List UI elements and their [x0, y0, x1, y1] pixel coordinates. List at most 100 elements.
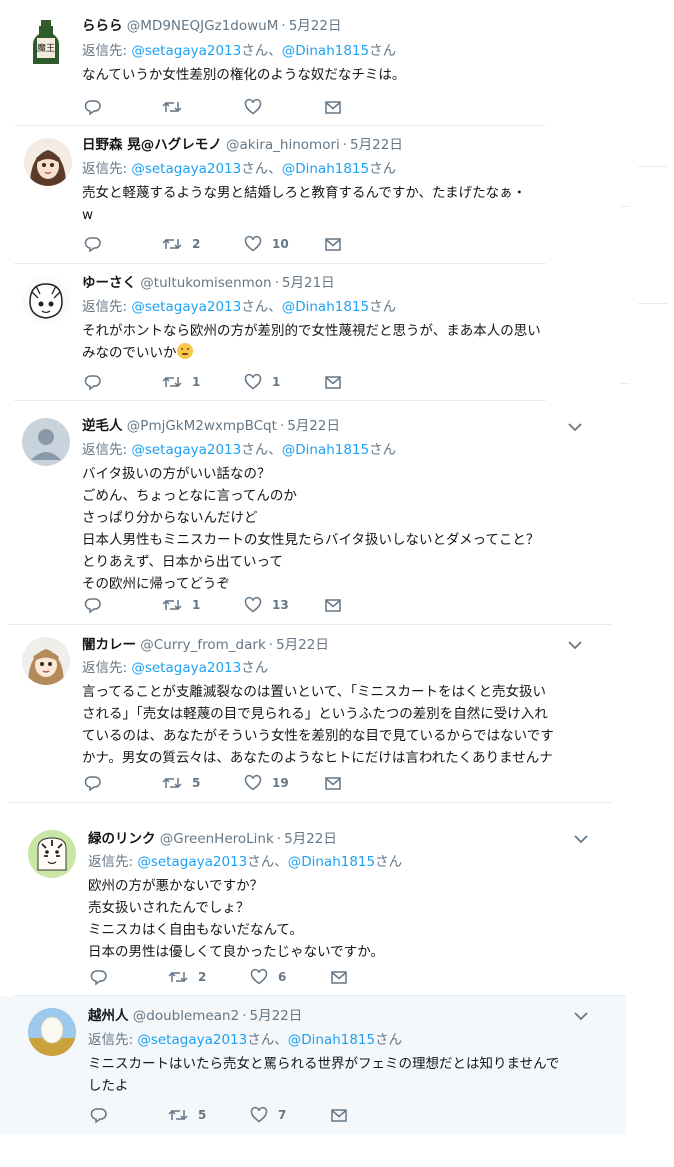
- display-name[interactable]: 闇カレー: [82, 637, 136, 653]
- retweet-button[interactable]: 5: [168, 1105, 206, 1125]
- tweet-date[interactable]: 5月22日: [276, 637, 329, 653]
- avatar[interactable]: [24, 138, 72, 186]
- mention-link[interactable]: @Dinah1815: [282, 299, 369, 315]
- display-name[interactable]: 逆毛人: [82, 418, 123, 434]
- mention-link[interactable]: @setagaya2013: [131, 660, 241, 676]
- retweet-icon: [162, 599, 182, 611]
- tweet-header: ららら @MD9NEQJGz1dowuM · 5月22日: [82, 17, 341, 35]
- mention-link[interactable]: @setagaya2013: [137, 854, 247, 870]
- reply-prefix: 返信先:: [88, 1032, 138, 1048]
- retweet-icon: [162, 376, 182, 388]
- avatar[interactable]: 魔王: [22, 18, 70, 66]
- tweet-divider: [14, 400, 546, 401]
- message-button[interactable]: [330, 1105, 348, 1125]
- tweet-line: その欧州に帰ってどうぞ: [82, 576, 230, 592]
- reply-joiner: さん、: [241, 442, 282, 458]
- message-button[interactable]: [324, 97, 342, 117]
- tweet-date[interactable]: 5月22日: [287, 418, 340, 434]
- reply-button[interactable]: [84, 372, 112, 392]
- display-name[interactable]: 緑のリンク: [88, 831, 156, 847]
- mention-link[interactable]: @Dinah1815: [282, 442, 369, 458]
- like-button[interactable]: 1: [244, 372, 280, 392]
- mention-link[interactable]: @setagaya2013: [131, 161, 241, 177]
- tweet-date[interactable]: 5月22日: [350, 137, 403, 153]
- tweet-date[interactable]: 5月22日: [249, 1008, 302, 1024]
- tweet-line-text: みなのでいいか: [82, 345, 177, 361]
- reply-button[interactable]: [90, 967, 118, 987]
- display-name[interactable]: ゆーさく: [82, 275, 136, 291]
- like-button[interactable]: 19: [244, 773, 289, 793]
- tweet-header: 闇カレー @Curry_from_dark · 5月22日: [82, 636, 329, 654]
- message-button[interactable]: [324, 372, 342, 392]
- action-bar: 11: [84, 372, 344, 392]
- user-handle[interactable]: @PmjGkM2wxmpBCqt: [127, 418, 277, 434]
- reply-context: 返信先: @setagaya2013さん、@Dinah1815さん: [88, 1031, 402, 1049]
- egg-field-avatar-icon: [28, 1008, 76, 1056]
- retweet-button[interactable]: 2: [168, 967, 206, 987]
- like-button[interactable]: 13: [244, 595, 289, 615]
- retweet-button[interactable]: 1: [162, 595, 200, 615]
- tweet-date[interactable]: 5月21日: [282, 275, 335, 291]
- mention-link[interactable]: @setagaya2013: [131, 299, 241, 315]
- anime-girl-avatar-icon: [28, 649, 64, 685]
- reply-button[interactable]: [90, 1105, 118, 1125]
- mention-link[interactable]: @Dinah1815: [282, 161, 369, 177]
- display-name[interactable]: 越州人: [88, 1008, 129, 1024]
- like-count: 6: [278, 970, 287, 984]
- chevron-down-icon[interactable]: [573, 1008, 589, 1024]
- tweet-line: ているのは、あなたがそういう女性を差別的な目で見ているからではないです: [82, 728, 554, 744]
- display-name[interactable]: 日野森 晃@ハグレモノ: [82, 137, 222, 153]
- avatar[interactable]: [22, 637, 70, 685]
- like-button[interactable]: 7: [250, 1105, 286, 1125]
- message-button[interactable]: [324, 234, 342, 254]
- chevron-down-icon[interactable]: [567, 637, 583, 653]
- mention-link[interactable]: @Dinah1815: [288, 1032, 375, 1048]
- retweet-button[interactable]: 2: [162, 234, 200, 254]
- reply-icon: [90, 970, 107, 986]
- retweet-button[interactable]: 5: [162, 773, 200, 793]
- mention-link[interactable]: @setagaya2013: [131, 442, 241, 458]
- chevron-down-icon[interactable]: [567, 419, 583, 435]
- tweet-date[interactable]: 5月22日: [284, 831, 337, 847]
- mention-link[interactable]: @setagaya2013: [131, 43, 241, 59]
- like-icon: [244, 373, 262, 390]
- reply-prefix: 返信先:: [82, 299, 132, 315]
- user-handle[interactable]: @akira_hinomori: [226, 137, 340, 153]
- avatar[interactable]: [28, 830, 76, 878]
- reply-button[interactable]: [84, 773, 112, 793]
- reply-suffix: さん: [375, 854, 403, 870]
- avatar[interactable]: [22, 418, 70, 466]
- user-handle[interactable]: @GreenHeroLink: [160, 831, 274, 847]
- user-handle[interactable]: @MD9NEQJGz1dowuM: [127, 18, 279, 34]
- reply-context: 返信先: @setagaya2013さん、@Dinah1815さん: [88, 853, 402, 871]
- tweet-line: ごめん、ちょっとなに言ってんのか: [82, 488, 297, 504]
- user-handle[interactable]: @tultukomisenmon: [140, 275, 271, 291]
- mention-link[interactable]: @Dinah1815: [288, 854, 375, 870]
- message-button[interactable]: [330, 967, 348, 987]
- tweet-divider: [8, 624, 612, 625]
- user-handle[interactable]: @Curry_from_dark: [140, 637, 265, 653]
- tweet-date[interactable]: 5月22日: [289, 18, 342, 34]
- retweet-button[interactable]: 1: [162, 372, 200, 392]
- reply-suffix: さん: [369, 442, 397, 458]
- mention-link[interactable]: @Dinah1815: [282, 43, 369, 59]
- avatar[interactable]: [28, 1008, 76, 1056]
- reply-icon: [84, 598, 101, 614]
- like-button[interactable]: 6: [250, 967, 286, 987]
- like-icon: [244, 235, 262, 252]
- avatar[interactable]: [22, 276, 70, 324]
- reply-joiner: さん、: [241, 43, 282, 59]
- reply-button[interactable]: [84, 595, 112, 615]
- reply-button[interactable]: [84, 234, 112, 254]
- message-button[interactable]: [324, 595, 342, 615]
- like-button[interactable]: 10: [244, 234, 289, 254]
- tweet-line: される」「売女は軽蔑の目で見られる」というふたつの差別を自然に受け入れ: [82, 706, 548, 722]
- like-button[interactable]: [244, 97, 272, 117]
- chevron-down-icon[interactable]: [573, 831, 589, 847]
- mention-link[interactable]: @setagaya2013: [137, 1032, 247, 1048]
- message-button[interactable]: [324, 773, 342, 793]
- reply-button[interactable]: [84, 97, 112, 117]
- display-name[interactable]: ららら: [82, 18, 123, 34]
- retweet-button[interactable]: [162, 97, 192, 117]
- user-handle[interactable]: @doublemean2: [133, 1008, 239, 1024]
